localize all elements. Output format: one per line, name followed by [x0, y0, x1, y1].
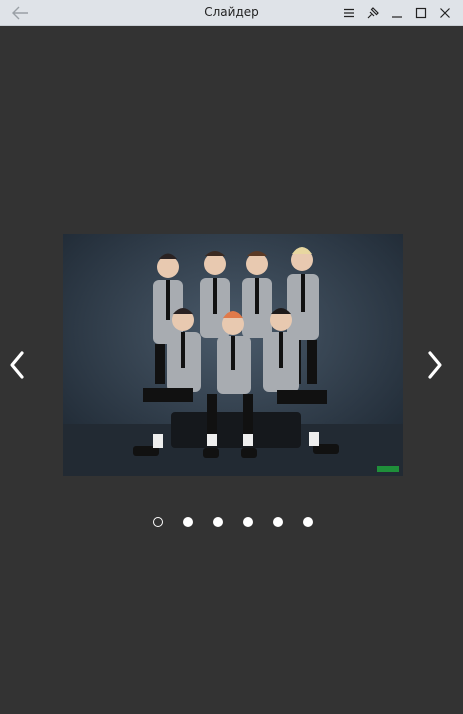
group-photo-image [63, 234, 403, 476]
maximize-icon [415, 7, 427, 19]
next-slide-button[interactable] [420, 348, 450, 382]
slide-image [63, 234, 403, 476]
slide-dot-5[interactable] [273, 517, 283, 527]
slide-dot-3[interactable] [213, 517, 223, 527]
menu-icon [344, 8, 354, 18]
chevron-right-icon [428, 351, 442, 379]
slide-dot-6[interactable] [303, 517, 313, 527]
person-back-3 [242, 251, 272, 338]
slider-viewport [0, 26, 463, 714]
window-controls [337, 0, 457, 26]
slide-pagination [0, 515, 463, 529]
minimize-button[interactable] [385, 2, 409, 24]
menu-button[interactable] [337, 2, 361, 24]
slide-dot-1[interactable] [153, 517, 163, 527]
chevron-left-icon [10, 351, 24, 379]
title-bar: Слайдер [0, 0, 463, 26]
slide-dot-4[interactable] [243, 517, 253, 527]
pin-icon [367, 7, 379, 19]
arrow-left-icon [12, 6, 28, 20]
prev-slide-button[interactable] [2, 348, 32, 382]
close-icon [440, 8, 450, 18]
back-button[interactable] [6, 2, 34, 24]
slide-dot-2[interactable] [183, 517, 193, 527]
maximize-button[interactable] [409, 2, 433, 24]
minimize-icon [392, 16, 402, 18]
close-button[interactable] [433, 2, 457, 24]
pin-button[interactable] [361, 2, 385, 24]
